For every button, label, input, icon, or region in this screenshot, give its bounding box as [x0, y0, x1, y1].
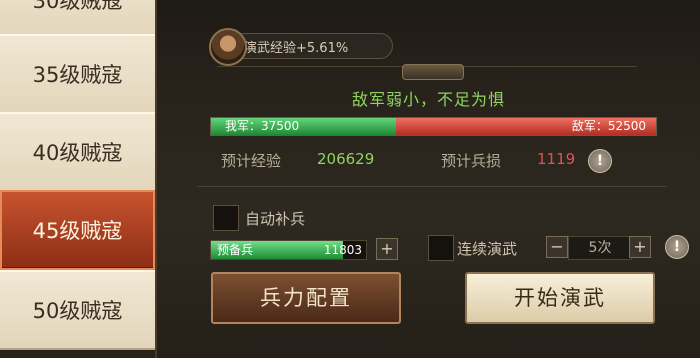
level-label: 50级贼寇	[32, 299, 123, 323]
loss-info-icon[interactable]: !	[588, 149, 612, 173]
continuous-drill-label: 连续演武	[457, 240, 518, 258]
level-item-35[interactable]: 35级贼寇	[0, 34, 155, 114]
exp-bonus-text: 演武经验+5.61%	[244, 40, 349, 56]
battle-slogan: 敌军弱小，不足为惧	[351, 90, 505, 109]
level-label: 30级贼寇	[32, 0, 123, 13]
level-label: 35级贼寇	[32, 63, 123, 87]
expected-exp-label: 预计经验	[221, 152, 282, 170]
ornament-emblem	[402, 64, 464, 80]
add-reserve-button[interactable]: +	[376, 238, 398, 260]
troop-config-button[interactable]: 兵力配置	[211, 272, 401, 324]
continuous-info-icon[interactable]: !	[665, 235, 689, 259]
level-list: 30级贼寇 35级贼寇 40级贼寇 45级贼寇 50级贼寇	[0, 0, 157, 358]
own-strength-label: 我军：37500	[225, 119, 300, 133]
level-label: 45级贼寇	[32, 219, 123, 243]
continuous-drill-checkbox[interactable]	[428, 235, 454, 261]
expected-loss-value: 1119	[537, 150, 576, 168]
enemy-strength-label: 敌军：52500	[571, 119, 646, 133]
decrease-count-button[interactable]: −	[546, 236, 568, 258]
expected-loss-label: 预计兵损	[441, 152, 502, 170]
level-label: 40级贼寇	[32, 141, 123, 165]
strength-comparison-bar: 我军：37500 敌军：52500	[210, 117, 657, 136]
reserve-troops-value: 11803	[323, 243, 362, 257]
reserve-troops-bar: 预备兵 11803	[210, 240, 367, 260]
reserve-troops-label: 预备兵	[217, 243, 254, 257]
general-avatar	[209, 28, 247, 66]
increase-count-button[interactable]: +	[629, 236, 651, 258]
level-item-40[interactable]: 40级贼寇	[0, 112, 155, 192]
expected-exp-value: 206629	[317, 150, 375, 168]
start-drill-button[interactable]: 开始演武	[465, 272, 655, 324]
auto-replenish-label: 自动补兵	[245, 210, 306, 228]
level-item-45[interactable]: 45级贼寇	[0, 190, 155, 270]
drill-panel: 演武经验+5.61% 敌军弱小，不足为惧 我军：37500 敌军：52500 预…	[157, 0, 700, 358]
section-divider	[197, 186, 667, 187]
auto-replenish-checkbox[interactable]	[213, 205, 239, 231]
drill-count-value: 5次	[568, 236, 632, 260]
level-item-50[interactable]: 50级贼寇	[0, 270, 155, 350]
